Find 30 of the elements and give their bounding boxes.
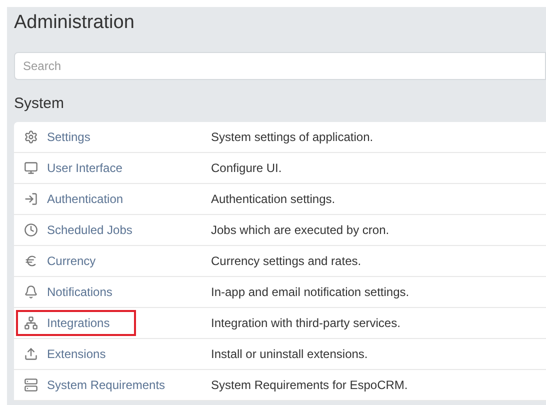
- network-icon: [24, 316, 38, 330]
- setting-description: Jobs which are executed by cron.: [210, 222, 390, 239]
- settings-link[interactable]: Authentication: [16, 186, 132, 212]
- settings-link[interactable]: System Requirements: [16, 372, 174, 398]
- setting-description: Install or uninstall extensions.: [210, 346, 368, 363]
- setting-description: Currency settings and rates.: [210, 253, 362, 270]
- settings-link[interactable]: Settings: [16, 124, 98, 150]
- setting-description: Configure UI.: [210, 160, 282, 177]
- sign-in-icon: [24, 192, 38, 206]
- setting-description: System Requirements for EspoCRM.: [210, 377, 408, 394]
- upload-icon: [24, 347, 38, 361]
- settings-link[interactable]: User Interface: [16, 155, 130, 181]
- monitor-icon: [24, 161, 38, 175]
- bell-icon: [24, 285, 38, 299]
- setting-description: Authentication settings.: [210, 191, 336, 208]
- settings-link[interactable]: Currency: [16, 248, 104, 274]
- page-title: Administration: [14, 11, 134, 35]
- settings-link[interactable]: Extensions: [16, 341, 114, 367]
- gear-icon: [24, 130, 38, 144]
- search-field[interactable]: Search: [14, 52, 546, 80]
- euro-icon: [24, 254, 38, 268]
- settings-link[interactable]: Notifications: [16, 279, 120, 305]
- setting-description: Integration with third-party services.: [210, 315, 400, 332]
- setting-description: In-app and email notification settings.: [210, 284, 410, 301]
- settings-link[interactable]: Scheduled Jobs: [16, 217, 140, 243]
- clock-icon: [24, 223, 38, 237]
- settings-link[interactable]: Integrations: [16, 310, 136, 336]
- setting-description: System settings of application.: [210, 129, 374, 146]
- server-icon: [24, 378, 38, 392]
- section-title: System: [14, 94, 64, 114]
